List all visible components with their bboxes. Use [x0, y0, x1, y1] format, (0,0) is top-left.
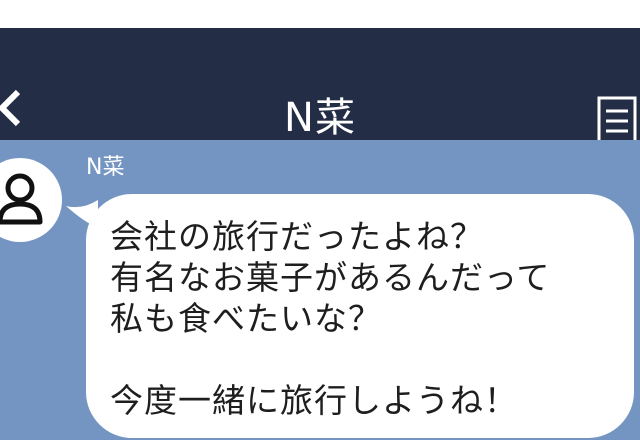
message-line: 私も食べたいな？ [110, 299, 382, 338]
menu-icon [597, 96, 637, 146]
message-line: 会社の旅行だったよね？ [110, 217, 484, 256]
menu-button[interactable] [597, 94, 637, 146]
message-bubble[interactable]: 会社の旅行だったよね？ 有名なお菓子があるんだって 私も食べたいな？ 今度一緒に… [86, 194, 634, 438]
chat-header: N菜 [0, 28, 640, 146]
message-line-blank [110, 339, 624, 380]
top-status-strip [0, 0, 640, 28]
sender-avatar[interactable] [0, 158, 62, 242]
chat-area: N菜 会社の旅行だったよね？ 有名なお菓子があるんだって 私も食べたいな？ 今度… [0, 140, 640, 440]
user-avatar-icon [0, 158, 62, 242]
sender-name: N菜 [86, 155, 125, 180]
message-text: 会社の旅行だったよね？ 有名なお菓子があるんだって 私も食べたいな？ 今度一緒に… [110, 216, 624, 421]
chat-title: N菜 [284, 95, 356, 141]
message-line: 今度一緒に旅行しようね！ [110, 381, 518, 420]
message-line: 有名なお菓子があるんだって [110, 258, 551, 297]
